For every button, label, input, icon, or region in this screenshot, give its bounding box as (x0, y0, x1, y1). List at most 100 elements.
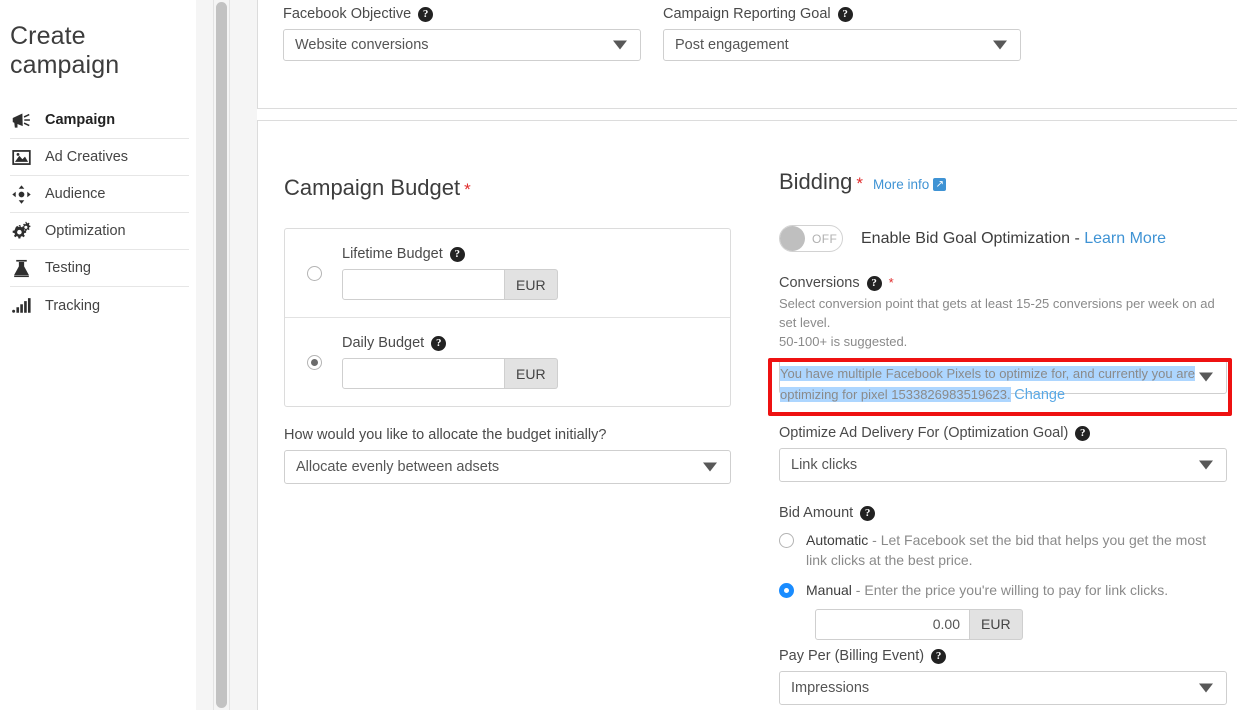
budget-allocation-field: How would you like to allocate the budge… (284, 427, 731, 484)
bid-amount-manual-name: Manual (806, 581, 852, 598)
sidebar-item-label: Optimization (45, 223, 126, 239)
help-icon[interactable]: ? (431, 335, 447, 351)
more-info-link[interactable]: More info ↗ (873, 177, 947, 192)
campaign-reporting-goal-label: Campaign Reporting Goal ? (663, 6, 1021, 22)
image-icon (10, 146, 32, 168)
lifetime-budget-input[interactable] (342, 269, 505, 300)
bid-amount-automatic-name: Automatic (806, 532, 869, 548)
bid-amount-label: Bid Amount ? (779, 505, 1227, 521)
page-title: Create campaign (10, 22, 120, 79)
facebook-objective-label: Facebook Objective ? (283, 6, 641, 22)
lifetime-budget-currency: EUR (505, 269, 558, 300)
help-icon[interactable]: ? (418, 6, 434, 22)
chevron-down-icon (1199, 683, 1213, 693)
move-icon (10, 183, 32, 205)
bid-amount-automatic-radio[interactable] (779, 533, 794, 548)
bidding-heading: Bidding (779, 169, 853, 194)
sidebar-item-label: Audience (45, 186, 106, 202)
help-icon[interactable]: ? (866, 275, 882, 291)
bid-goal-optimization-row: OFF Enable Bid Goal Optimization - Learn… (779, 225, 1166, 252)
bid-amount-manual-radio[interactable] (779, 582, 794, 598)
facebook-objective-select[interactable]: Website conversions (283, 29, 641, 61)
daily-budget-label: Daily Budget ? (342, 335, 558, 351)
toggle-knob (780, 226, 805, 251)
campaign-reporting-goal-select[interactable]: Post engagement (663, 29, 1021, 61)
facebook-objective-field: Facebook Objective ? Website conversions (283, 6, 641, 61)
sidebar-item-ad-creatives[interactable]: Ad Creatives (10, 139, 189, 176)
pixel-notice-period: . (1006, 387, 1011, 403)
change-pixel-link[interactable]: Change (1014, 387, 1065, 403)
billing-event-label: Pay Per (Billing Event) ? (779, 648, 1227, 664)
objective-card: Facebook Objective ? Website conversions… (257, 0, 1237, 109)
required-asterisk: * (464, 180, 471, 199)
billing-event-select[interactable]: Impressions (779, 671, 1227, 705)
optimization-goal-select[interactable]: Link clicks (779, 448, 1227, 482)
lifetime-budget-row[interactable]: Lifetime Budget ? EUR (285, 229, 730, 317)
bid-goal-optimization-toggle[interactable]: OFF (779, 225, 843, 252)
bid-amount-currency: EUR (970, 608, 1023, 640)
bid-amount-automatic-row[interactable]: Automatic - Let Facebook set the bid tha… (779, 530, 1227, 571)
pixel-notice: You have multiple Facebook Pixels to opt… (780, 364, 1227, 407)
megaphone-icon (10, 109, 32, 131)
help-icon[interactable]: ? (860, 505, 876, 521)
bid-amount-input-group: 0.00 EUR (815, 608, 1227, 640)
optimization-goal-label: Optimize Ad Delivery For (Optimization G… (779, 425, 1227, 441)
vertical-scrollbar-thumb[interactable] (216, 2, 227, 708)
optimization-goal-field: Optimize Ad Delivery For (Optimization G… (779, 425, 1227, 482)
billing-event-value: Impressions (791, 680, 870, 696)
chevron-down-icon (613, 40, 627, 50)
budget-allocation-label: How would you like to allocate the budge… (284, 427, 607, 443)
sidebar-item-label: Ad Creatives (45, 149, 129, 165)
campaign-reporting-goal-value: Post engagement (675, 37, 789, 53)
bid-amount-field: Bid Amount ? Automatic - Let Facebook se… (779, 505, 1227, 640)
sidebar-nav: Campaign Ad Creatives Audience Optimizat… (0, 102, 196, 324)
chevron-down-icon (993, 40, 1007, 50)
budget-allocation-select[interactable]: Allocate evenly between adsets (284, 450, 731, 484)
flask-icon (10, 257, 32, 279)
sidebar: Create campaign Campaign Ad Creatives Au… (0, 0, 196, 710)
campaign-budget-heading: Campaign Budget * (284, 175, 471, 200)
required-asterisk: * (888, 275, 894, 291)
daily-budget-row[interactable]: Daily Budget ? EUR (285, 317, 730, 406)
sidebar-item-label: Testing (45, 260, 91, 276)
bid-amount-manual-description: - Enter the price you're willing to pay … (851, 581, 1169, 598)
bid-amount-automatic-text: Automatic - Let Facebook set the bid tha… (806, 530, 1216, 571)
toggle-state-label: OFF (812, 231, 838, 246)
chevron-down-icon (703, 462, 717, 472)
lifetime-budget-label: Lifetime Budget ? (342, 246, 558, 262)
chevron-down-icon (1199, 460, 1213, 470)
lifetime-budget-radio[interactable] (307, 265, 322, 281)
sidebar-item-tracking[interactable]: Tracking (10, 287, 189, 324)
conversions-helper-line-1: Select conversion point that gets at lea… (779, 296, 1215, 330)
daily-budget-currency: EUR (505, 358, 558, 389)
bid-amount-input[interactable]: 0.00 (815, 608, 970, 640)
daily-budget-input[interactable] (342, 358, 505, 389)
facebook-objective-value: Website conversions (295, 37, 429, 53)
lifetime-budget-input-group: EUR (342, 269, 558, 300)
bid-amount-manual-text: Manual - Enter the price you're willing … (806, 580, 1216, 600)
help-icon[interactable]: ? (449, 246, 465, 262)
sidebar-item-campaign[interactable]: Campaign (10, 102, 189, 139)
bar-chart-icon (10, 295, 32, 317)
sidebar-item-optimization[interactable]: Optimization (10, 213, 189, 250)
sidebar-item-audience[interactable]: Audience (10, 176, 189, 213)
sidebar-item-label: Tracking (45, 297, 101, 314)
daily-budget-radio[interactable] (307, 354, 322, 370)
required-asterisk: * (856, 174, 864, 193)
bid-goal-optimization-label: Enable Bid Goal Optimization - Learn Mor… (861, 229, 1167, 247)
help-icon[interactable]: ? (1075, 425, 1091, 441)
gears-icon (10, 220, 32, 242)
daily-budget-input-group: EUR (342, 358, 558, 389)
help-icon[interactable]: ? (837, 6, 853, 22)
campaign-reporting-goal-field: Campaign Reporting Goal ? Post engagemen… (663, 6, 1021, 61)
budget-allocation-value: Allocate evenly between adsets (296, 459, 500, 475)
help-icon[interactable]: ? (931, 648, 947, 664)
bidding-heading-row: Bidding * More info ↗ (779, 169, 947, 195)
sidebar-item-testing[interactable]: Testing (10, 250, 189, 287)
conversions-label: Conversions ? * (779, 275, 894, 291)
bid-amount-manual-row[interactable]: Manual - Enter the price you're willing … (779, 580, 1227, 600)
budget-option-group: Lifetime Budget ? EUR Daily Budget ? EUR (284, 228, 731, 407)
learn-more-link[interactable]: Learn More (1084, 230, 1166, 247)
pixel-notice-id: 1533826983519623 (891, 387, 1007, 403)
lifetime-budget-field: Lifetime Budget ? EUR (342, 246, 558, 300)
